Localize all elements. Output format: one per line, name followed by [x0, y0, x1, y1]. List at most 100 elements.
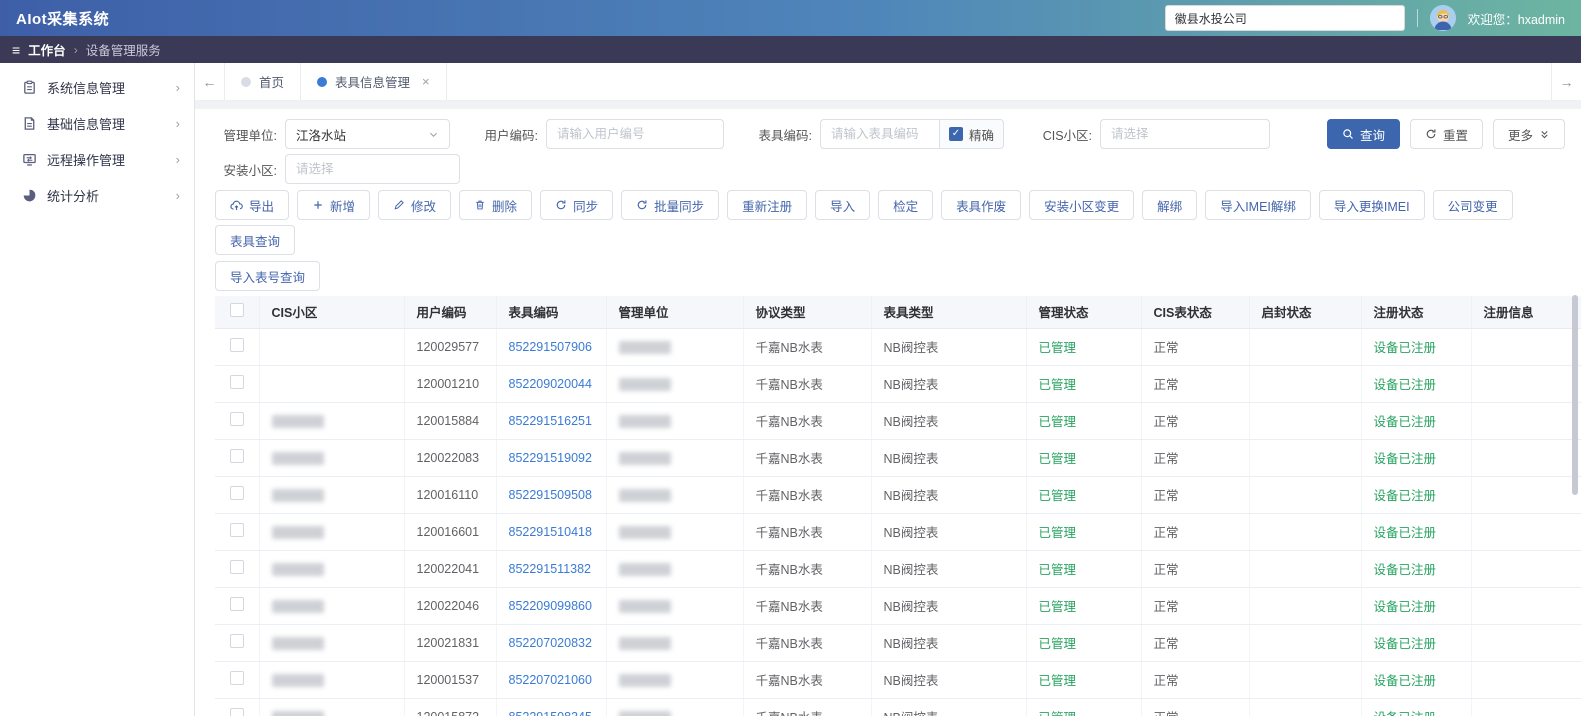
- cell-meter-code[interactable]: 852291510418: [496, 513, 607, 551]
- column-header: 用户编码: [404, 296, 497, 329]
- vertical-scrollbar-thumb[interactable]: [1572, 295, 1578, 495]
- action-button-重新注册[interactable]: 重新注册: [727, 190, 808, 220]
- table-row: 120015884 852291516251 千嘉NB水表 NB阀控表 已管理 正常 设备已…: [215, 402, 1581, 440]
- table-header-row: CIS小区 用户编码 表具编码 管理单位 协议类型 表具类型 管理状态 CIS表状态 启封状态注…: [215, 296, 1581, 329]
- sidebar-item-4[interactable]: 统计分析 ›: [0, 177, 194, 213]
- row-checkbox[interactable]: [229, 671, 244, 685]
- cell-meter-code[interactable]: 852207020832: [496, 624, 607, 662]
- row-checkbox[interactable]: [229, 597, 244, 611]
- cell-registration-info: [1471, 698, 1581, 716]
- action-button-检定[interactable]: 检定: [878, 190, 934, 220]
- cell-meter-code[interactable]: 852291508345: [496, 698, 607, 716]
- action-button-删除[interactable]: 删除: [459, 190, 533, 220]
- cell-management-unit: [606, 661, 744, 699]
- action-button-批量同步[interactable]: 批量同步: [621, 190, 720, 220]
- cell-protocol-type: 千嘉NB水表: [743, 439, 872, 477]
- refresh-icon: [1426, 129, 1436, 139]
- action-button-解绑[interactable]: 解绑: [1142, 190, 1198, 220]
- table-row: 120029577 852291507906 千嘉NB水表 NB阀控表 已管理 正常 设备已…: [215, 328, 1581, 366]
- reset-button[interactable]: 重置: [1409, 119, 1483, 149]
- column-header: 管理单位: [606, 296, 744, 329]
- user-code-input[interactable]: [546, 119, 724, 149]
- cis-community-input[interactable]: [1100, 119, 1271, 149]
- sidebar-item-2[interactable]: 基础信息管理 ›: [0, 105, 194, 141]
- row-checkbox[interactable]: [229, 338, 244, 352]
- row-checkbox[interactable]: [229, 449, 244, 463]
- row-checkbox[interactable]: [229, 375, 244, 389]
- action-button-修改[interactable]: 修改: [378, 190, 452, 220]
- cell-cis-community: [259, 661, 405, 699]
- plus-icon: [312, 199, 324, 211]
- cell-meter-code[interactable]: 852209099860: [496, 587, 607, 625]
- cell-user-code: 120016110: [404, 476, 497, 514]
- cell-cis-meter-status: 正常: [1141, 587, 1250, 625]
- tab-status-dot: [241, 76, 251, 87]
- table-row: 120022041 852291511382 千嘉NB水表 NB阀控表 已管理 正常 设备已…: [215, 550, 1581, 588]
- cell-meter-code[interactable]: 852291511382: [496, 550, 607, 588]
- action-button-导入表号查询[interactable]: 导入表号查询: [215, 261, 321, 291]
- cell-meter-code[interactable]: 852209020044: [496, 365, 607, 403]
- tab-2[interactable]: 表具信息管理 ×: [301, 63, 447, 100]
- action-button-安装小区变更[interactable]: 安装小区变更: [1029, 190, 1135, 220]
- user-avatar[interactable]: [1429, 5, 1456, 31]
- row-checkbox[interactable]: [229, 560, 244, 574]
- tab-scroll-right-icon[interactable]: →: [1551, 63, 1581, 100]
- tab-scroll-left-icon[interactable]: ←: [195, 63, 225, 100]
- cell-meter-code[interactable]: 852207021060: [496, 661, 607, 699]
- cell-registration-info: [1471, 513, 1581, 551]
- action-button-表具作废[interactable]: 表具作废: [941, 190, 1022, 220]
- tab-1[interactable]: 首页: [225, 63, 302, 100]
- cell-cis-community: [259, 476, 405, 514]
- action-button-同步[interactable]: 同步: [540, 190, 614, 220]
- cell-management-status: 已管理: [1026, 624, 1142, 662]
- cell-management-unit: [606, 365, 744, 403]
- action-button-导出[interactable]: 导出: [215, 190, 290, 220]
- action-button-label: 同步: [573, 199, 599, 214]
- cell-meter-code[interactable]: 852291516251: [496, 402, 607, 440]
- meter-code-input[interactable]: [821, 120, 939, 148]
- close-icon[interactable]: ×: [422, 74, 430, 89]
- cell-meter-code[interactable]: 852291507906: [496, 328, 607, 366]
- redacted-text: [271, 710, 324, 716]
- avatar-icon: [1429, 5, 1456, 31]
- cell-management-unit: [606, 550, 744, 588]
- row-checkbox[interactable]: [229, 634, 244, 648]
- action-button-新增[interactable]: 新增: [297, 190, 371, 220]
- more-button[interactable]: 更多: [1492, 119, 1565, 149]
- table-row: 120022083 852291519092 千嘉NB水表 NB阀控表 已管理 正常 设备已…: [215, 439, 1581, 477]
- cell-registration-status: 设备已注册: [1361, 661, 1472, 699]
- breadcrumb-workbench[interactable]: 工作台: [28, 40, 66, 59]
- exact-match-checkbox[interactable]: ✓: [949, 127, 963, 141]
- table-row: 120016601 852291510418 千嘉NB水表 NB阀控表 已管理 正常 设备已…: [215, 513, 1581, 551]
- cell-management-status: 已管理: [1026, 328, 1142, 366]
- sidebar-item-1[interactable]: 系统信息管理 ›: [0, 69, 194, 105]
- redacted-text: [271, 599, 324, 613]
- row-checkbox[interactable]: [229, 523, 244, 537]
- redacted-text: [271, 673, 324, 687]
- install-community-input[interactable]: [285, 154, 460, 184]
- management-unit-select[interactable]: 江洛水站: [285, 119, 450, 149]
- topbar-right-group: 欢迎您：hxadmin: [1164, 5, 1565, 31]
- company-search-input[interactable]: [1164, 5, 1405, 31]
- select-all-checkbox[interactable]: [229, 303, 244, 318]
- action-button-导入IMEI解绑[interactable]: 导入IMEI解绑: [1205, 190, 1311, 220]
- filter-user-code: 用户编码:: [476, 119, 724, 149]
- redacted-text: [618, 488, 671, 502]
- cell-user-code: 120029577: [404, 328, 497, 366]
- cloud-upload-icon: [230, 199, 243, 212]
- hamburger-icon[interactable]: ≡: [12, 42, 20, 58]
- row-checkbox[interactable]: [229, 412, 244, 426]
- row-checkbox[interactable]: [229, 486, 244, 500]
- action-button-公司变更[interactable]: 公司变更: [1432, 190, 1513, 220]
- filter-row-2: 安装小区:: [215, 154, 1581, 184]
- meter-table: CIS小区 用户编码 表具编码 管理单位 协议类型 表具类型 管理状态 CIS表状态 启封状态注…: [215, 296, 1581, 716]
- action-button-表具查询[interactable]: 表具查询: [215, 225, 296, 255]
- action-button-导入更换IMEI[interactable]: 导入更换IMEI: [1318, 190, 1425, 220]
- action-button-导入[interactable]: 导入: [815, 190, 871, 220]
- cell-meter-code[interactable]: 852291519092: [496, 439, 607, 477]
- row-checkbox[interactable]: [229, 708, 244, 716]
- query-button[interactable]: 查询: [1326, 119, 1400, 149]
- redacted-text: [271, 636, 324, 650]
- sidebar-item-3[interactable]: 远程操作管理 ›: [0, 141, 194, 177]
- cell-meter-code[interactable]: 852291509508: [496, 476, 607, 514]
